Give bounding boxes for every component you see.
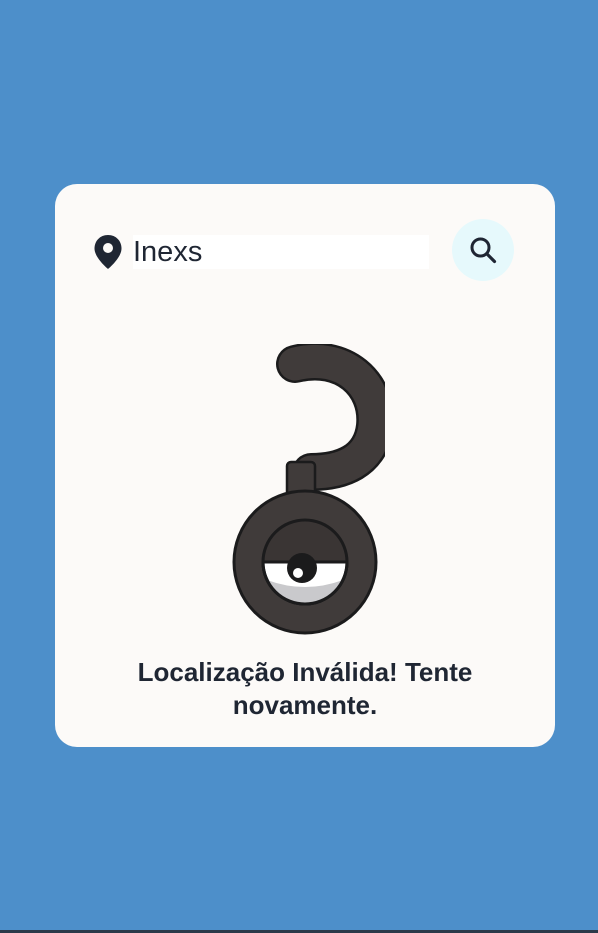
weather-card: Localização Inválida! Tente novamente. (55, 184, 555, 747)
location-input[interactable] (133, 235, 429, 269)
map-pin-icon (93, 234, 123, 270)
app-page: Localização Inválida! Tente novamente. (0, 0, 598, 933)
error-message: Localização Inválida! Tente novamente. (137, 657, 473, 720)
search-icon (470, 237, 497, 264)
search-bar (93, 218, 517, 282)
search-button[interactable] (452, 219, 514, 281)
unown-illustration (225, 342, 395, 639)
